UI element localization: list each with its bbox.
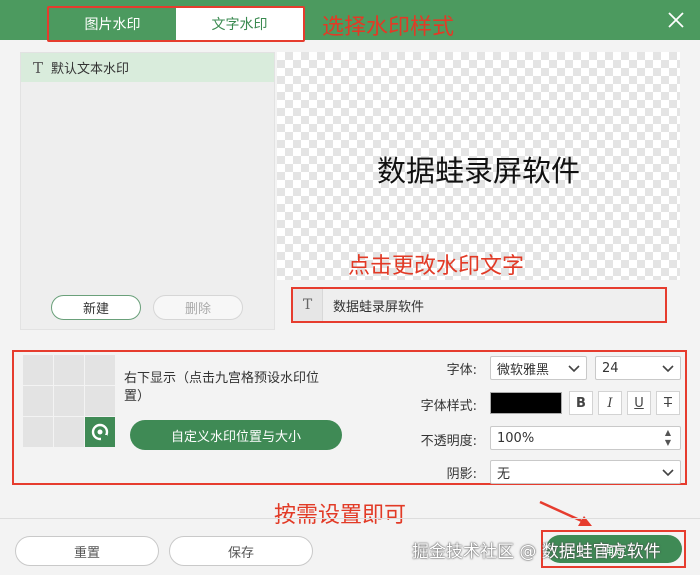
- logo-icon: [91, 423, 109, 441]
- opacity-stepper[interactable]: 100% ▲ ▼: [490, 426, 681, 450]
- position-cell-top-center[interactable]: [54, 355, 84, 385]
- chevron-down-icon: [662, 469, 674, 477]
- new-button[interactable]: 新建: [51, 295, 141, 320]
- save-button[interactable]: 保存: [169, 536, 313, 566]
- position-cell-center[interactable]: [54, 386, 84, 416]
- delete-button[interactable]: 删除: [153, 295, 243, 320]
- font-size-value: 24: [602, 360, 619, 376]
- font-select[interactable]: 微软雅黑: [490, 356, 587, 380]
- font-label: 字体:: [446, 363, 477, 378]
- position-cell-top-left[interactable]: [23, 355, 53, 385]
- tab-image-watermark[interactable]: 图片水印: [49, 8, 176, 40]
- tab-text-watermark[interactable]: 文字水印: [176, 8, 303, 40]
- shadow-value: 无: [497, 466, 511, 482]
- watermark-text-field: T: [291, 287, 667, 323]
- position-cell-top-right[interactable]: [85, 355, 115, 385]
- text-icon: T: [33, 58, 44, 77]
- stepper-arrows-icon[interactable]: ▲ ▼: [663, 428, 673, 448]
- opacity-value: 100%: [497, 430, 535, 446]
- text-icon: T: [293, 289, 323, 321]
- position-cell-middle-left[interactable]: [23, 386, 53, 416]
- shadow-select[interactable]: 无: [490, 460, 681, 484]
- chevron-down-icon: [568, 365, 580, 373]
- custom-position-button[interactable]: 自定义水印位置与大小: [130, 420, 342, 450]
- position-cell-bottom-right[interactable]: [85, 417, 115, 447]
- bold-button[interactable]: B: [569, 391, 593, 415]
- position-grid: [23, 355, 115, 447]
- underline-button[interactable]: U: [627, 391, 651, 415]
- italic-button[interactable]: I: [598, 391, 622, 415]
- annotation-style-hint: 选择水印样式: [322, 15, 455, 40]
- footer-divider: [0, 518, 700, 519]
- font-value: 微软雅黑: [497, 362, 550, 378]
- reset-button[interactable]: 重置: [15, 536, 159, 566]
- watermark-preview: 数据蛙录屏软件: [277, 52, 680, 280]
- site-credit: 掘金技术社区 @ 数据蛙官方软件: [412, 542, 661, 562]
- position-cell-bottom-center[interactable]: [54, 417, 84, 447]
- arrow-icon: [539, 500, 592, 526]
- list-item[interactable]: T 默认文本水印: [21, 53, 274, 82]
- settings-panel: 右下显示（点击九宫格预设水印位置） 自定义水印位置与大小 字体: 微软雅黑 24…: [12, 350, 687, 485]
- font-size-select[interactable]: 24: [595, 356, 681, 380]
- font-style-label: 字体样式:: [420, 399, 477, 414]
- strikethrough-button[interactable]: T: [656, 391, 680, 415]
- preview-watermark-text: 数据蛙录屏软件: [376, 154, 580, 188]
- position-description: 右下显示（点击九宫格预设水印位置）: [124, 371, 320, 404]
- annotation-text-hint: 点击更改水印文字: [348, 254, 525, 279]
- font-color-swatch[interactable]: [490, 392, 562, 414]
- annotation-settings-hint: 按需设置即可: [274, 503, 407, 528]
- watermark-list-panel: T 默认文本水印 新建 删除: [20, 52, 275, 330]
- position-cell-middle-right[interactable]: [85, 386, 115, 416]
- watermark-type-tabs: 图片水印 文字水印: [47, 6, 305, 42]
- opacity-label: 不透明度:: [420, 434, 477, 449]
- watermark-text-input[interactable]: [323, 297, 653, 313]
- position-cell-bottom-left[interactable]: [23, 417, 53, 447]
- text-input-area: T: [277, 282, 680, 332]
- shadow-label: 阴影:: [446, 467, 477, 482]
- close-icon[interactable]: [666, 10, 686, 30]
- watermark-item-label: 默认文本水印: [51, 62, 130, 77]
- chevron-down-icon: [662, 365, 674, 373]
